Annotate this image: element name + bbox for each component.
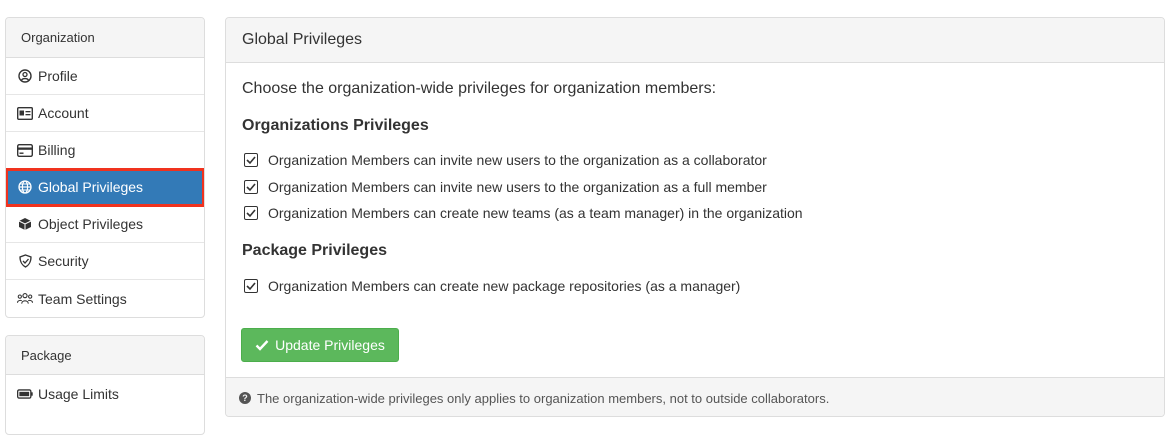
sidebar-item-account[interactable]: Account [6,95,204,132]
organization-sidebar-header: Organization [6,18,204,58]
sidebar-item-billing[interactable]: Billing [6,132,204,169]
sidebar-item-global-privileges[interactable]: Global Privileges [6,168,204,207]
privilege-row-create-package-repos[interactable]: Organization Members can create new pack… [244,278,740,294]
package-privileges-title: Package Privileges [242,242,387,259]
sidebar-item-label: Object Privileges [38,216,144,232]
sidebar-item-label: Global Privileges [38,179,144,195]
sidebar-item-security[interactable]: Security [6,243,204,280]
privilege-label: Organization Members can create new team… [268,205,803,221]
intro-text: Choose the organization-wide privileges … [242,80,717,97]
sidebar-item-label: Billing [38,142,76,158]
sidebar-item-label: Usage Limits [38,385,119,402]
cube-icon [17,216,33,232]
sidebar-item-object-privileges[interactable]: Object Privileges [6,206,204,243]
footer-note: The organization-wide privileges only ap… [257,390,830,406]
shield-icon [17,253,33,269]
sidebar-item-label: Account [38,105,89,121]
update-privileges-button[interactable]: Update Privileges [241,328,399,362]
privilege-checkbox[interactable] [244,279,258,293]
update-privileges-label: Update Privileges [275,337,385,353]
panel-footer: ? The organization-wide privileges only … [226,377,1164,416]
users-icon [17,291,33,307]
sidebar-item-label: Profile [38,68,78,84]
credit-card-icon [17,142,33,158]
privilege-row-invite-collaborator[interactable]: Organization Members can invite new user… [244,152,767,168]
check-icon [255,340,269,351]
package-sidebar-header: Package [6,336,204,375]
privilege-checkbox[interactable] [244,153,258,167]
sidebar-item-team-settings[interactable]: Team Settings [6,280,204,317]
organization-sidebar: Organization Profile Account Billing Glo… [5,17,205,318]
sidebar-item-label: Security [38,253,89,269]
privilege-label: Organization Members can invite new user… [268,179,767,195]
privilege-label: Organization Members can invite new user… [268,152,767,168]
id-card-icon [17,105,33,121]
privilege-checkbox[interactable] [244,180,258,194]
package-sidebar: Package Usage Limits [5,335,205,435]
privilege-label: Organization Members can create new pack… [268,278,741,294]
sidebar-item-usage-limits[interactable]: Usage Limits [6,375,204,412]
privilege-checkbox[interactable] [244,206,258,220]
user-circle-icon [17,68,33,84]
global-privileges-panel: Global Privileges Choose the organizatio… [225,17,1165,417]
question-circle-icon: ? [239,392,251,404]
privilege-row-invite-full-member[interactable]: Organization Members can invite new user… [244,179,767,195]
battery-icon [17,386,33,402]
sidebar-item-profile[interactable]: Profile [6,58,204,95]
privilege-row-create-teams[interactable]: Organization Members can create new team… [244,205,803,221]
sidebar-item-label: Team Settings [38,290,127,307]
page-title: Global Privileges [226,18,1164,63]
globe-icon [17,179,33,195]
org-privileges-title: Organizations Privileges [242,117,429,134]
